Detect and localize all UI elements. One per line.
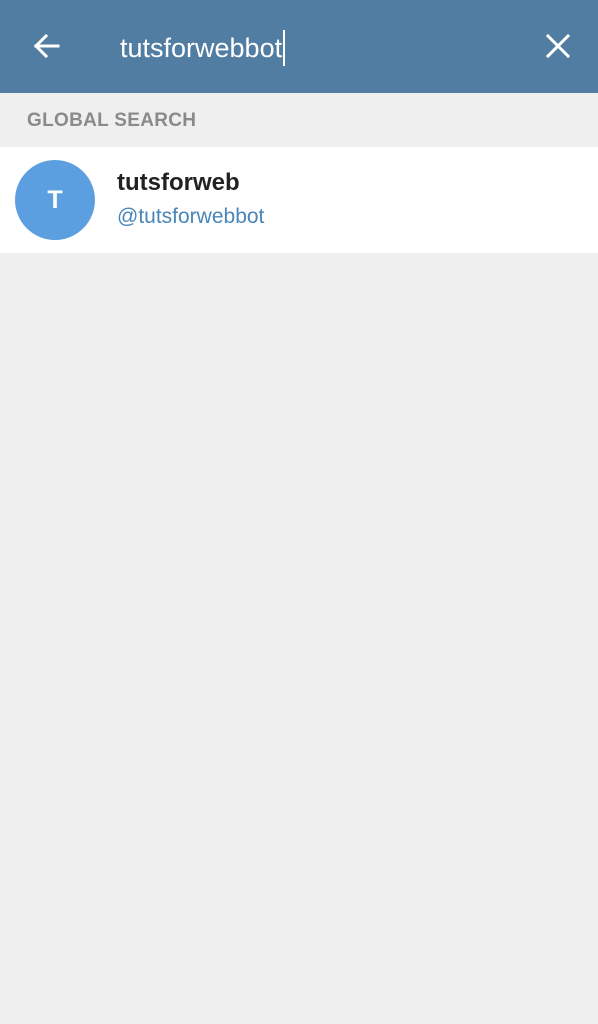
search-query-text[interactable]: tutsforwebbot <box>120 28 282 68</box>
result-username: @tutsforwebbot <box>117 205 265 228</box>
avatar: T <box>15 160 95 240</box>
search-toolbar: tutsforwebbot <box>0 0 598 93</box>
text-caret <box>283 30 286 66</box>
global-search-header: GLOBAL SEARCH <box>0 93 598 147</box>
result-name: tutsforweb <box>117 169 240 196</box>
arrow-left-icon <box>33 33 60 59</box>
clear-search-button[interactable] <box>534 22 582 70</box>
section-title: GLOBAL SEARCH <box>27 110 197 131</box>
search-result-item[interactable]: T tutsforweb @tutsforwebbot <box>0 147 598 253</box>
close-icon <box>545 33 571 59</box>
search-input[interactable]: tutsforwebbot <box>120 28 520 68</box>
avatar-letter: T <box>47 185 63 214</box>
back-button[interactable] <box>22 22 70 70</box>
